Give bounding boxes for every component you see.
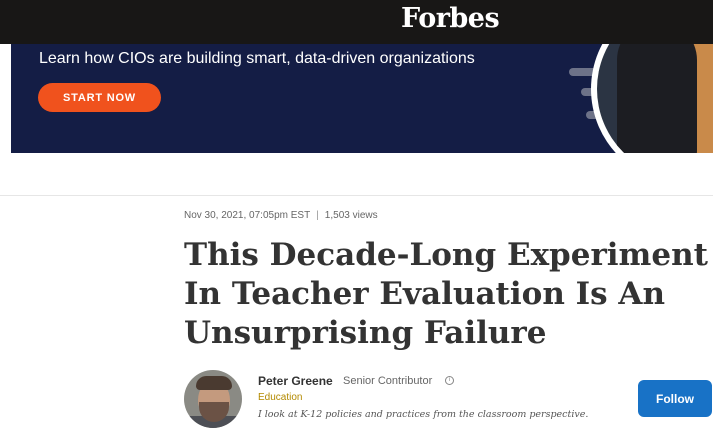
- meta-separator: |: [316, 210, 319, 221]
- publish-date: Nov 30, 2021, 07:05pm EST: [184, 210, 311, 221]
- follow-button[interactable]: Follow: [638, 380, 712, 417]
- info-icon[interactable]: i: [445, 376, 454, 385]
- advertisement-banner[interactable]: Learn how CIOs are building smart, data-…: [11, 44, 713, 153]
- author-role: Senior Contributor: [343, 375, 433, 387]
- author-section-link[interactable]: Education: [258, 392, 302, 403]
- view-count: 1,503 views: [324, 210, 378, 221]
- article-title: This Decade-Long Experiment In Teacher E…: [184, 237, 708, 351]
- ad-photo: [591, 44, 713, 153]
- forbes-logo[interactable]: Forbes: [401, 3, 500, 34]
- author-avatar[interactable]: [184, 370, 242, 428]
- article-meta: Nov 30, 2021, 07:05pm EST | 1,503 views: [184, 210, 378, 221]
- site-header: Forbes: [0, 0, 713, 44]
- author-bio: I look at K-12 policies and practices fr…: [258, 409, 589, 420]
- divider: [0, 195, 713, 196]
- start-now-button[interactable]: START NOW: [38, 83, 161, 112]
- ad-headline: Learn how CIOs are building smart, data-…: [39, 50, 475, 67]
- author-name[interactable]: Peter Greene: [258, 374, 333, 388]
